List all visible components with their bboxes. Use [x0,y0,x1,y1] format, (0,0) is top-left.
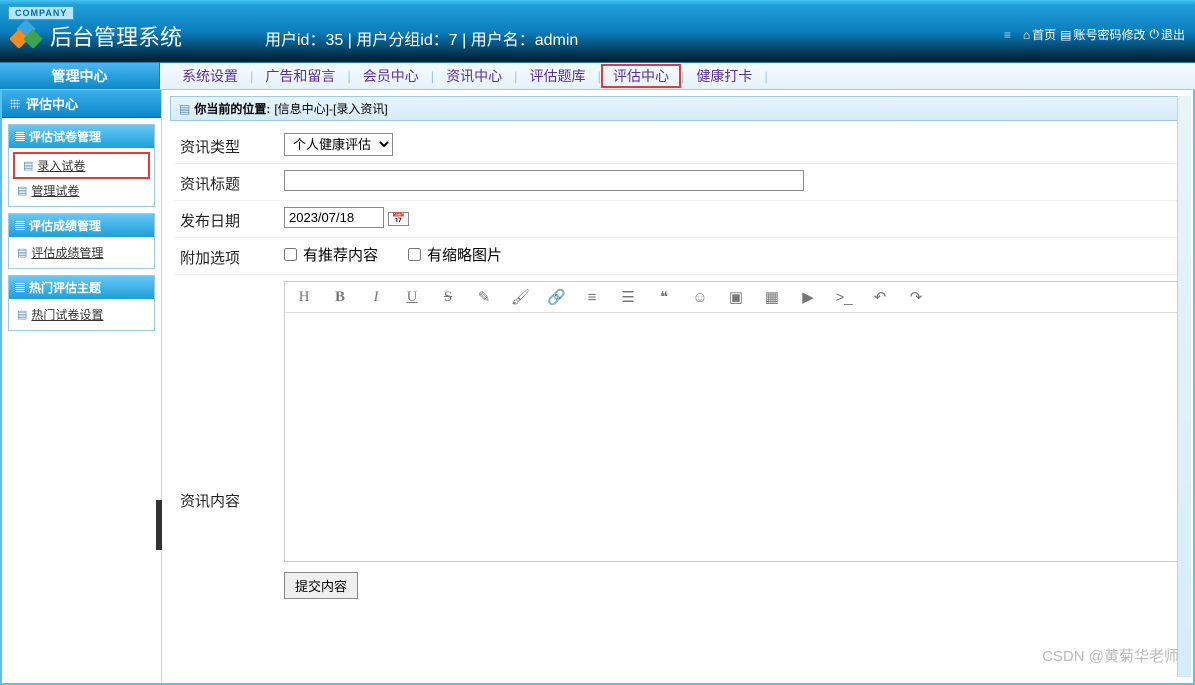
table-tool-icon[interactable]: ▦ [763,288,781,306]
doc-icon: ▤ [23,159,33,172]
password-link[interactable]: ▤账号密码修改 [1060,26,1145,43]
image-tool-icon[interactable]: ▣ [727,288,745,306]
breadcrumb-prefix: 你当前的位置: [194,100,270,117]
I-tool-icon[interactable]: I [367,289,385,306]
top-menu-item-3[interactable]: 资讯中心 [434,66,514,86]
header-bar: COMPANY 后台管理系统 用户id：35 | 用户分组id：7 | 用户名：… [0,0,1195,62]
content-label: 资讯内容 [174,370,284,511]
side-link-0-1[interactable]: ▤ 管理试卷 [9,179,154,202]
U-tool-icon[interactable]: U [403,289,421,306]
side-panel-0: 评估试卷管理 ▤ 录入试卷 ▤ 管理试卷 [8,124,155,207]
doc-icon: ▤ [179,102,190,116]
mgmt-center-tab[interactable]: 管理中心 [0,63,160,89]
type-select[interactable]: 个人健康评估 [284,133,393,156]
extra-label: 附加选项 [174,244,284,268]
title-input[interactable] [284,170,804,191]
user-info: 用户id：35 | 用户分组id：7 | 用户名：admin [265,26,578,50]
redo-tool-icon[interactable]: ↷ [907,288,925,306]
ul-tool-icon[interactable]: ☰ [619,288,637,306]
video-tool-icon[interactable]: ▶ [799,288,817,306]
power-icon: ⏻ [1149,27,1159,42]
logout-link[interactable]: ⏻退出 [1149,26,1185,43]
doc-icon: ▤ [17,184,27,197]
side-link-label: 热门试卷设置 [31,306,103,323]
link-tool-icon[interactable]: 🔗 [547,288,565,306]
logo-wrap: 后台管理系统 [12,20,182,52]
type-label: 资讯类型 [174,133,284,157]
undo-tool-icon[interactable]: ↶ [871,288,889,306]
thumbnail-checkbox-label[interactable]: 有缩略图片 [408,244,502,265]
doc-icon: ▤ [17,308,27,321]
sidebar: 评估中心 评估试卷管理▤录入试卷▤管理试卷评估成绩管理▤评估成绩管理热门评估主题… [2,90,162,683]
side-panel-header: 评估试卷管理 [9,125,154,148]
top-menu-item-6[interactable]: 健康打卡 [684,66,764,86]
top-actions: ≡ ⌂首页 ▤账号密码修改 ⏻退出 [1004,26,1185,43]
home-link[interactable]: ⌂首页 [1023,26,1056,43]
menu-strip-icon[interactable]: ≡ [1004,28,1011,42]
title-label: 资讯标题 [174,170,284,194]
side-panel-1: 评估成绩管理 ▤ 评估成绩管理 [8,213,155,269]
top-menu-item-4[interactable]: 评估题库 [518,66,598,86]
menu-separator: | [764,69,767,84]
logo-icon [12,22,40,50]
top-menu-item-2[interactable]: 会员中心 [351,66,431,86]
grid-icon [10,99,20,109]
date-input[interactable] [284,207,384,228]
app-title: 后台管理系统 [50,20,182,52]
code-tool-icon[interactable]: >_ [835,289,853,306]
side-panel-2: 热门评估主题 ▤ 热门试卷设置 [8,275,155,331]
top-menu-item-5[interactable]: 评估中心 [601,64,681,88]
emoji-tool-icon[interactable]: ☺ [691,289,709,306]
form-area: 资讯类型 个人健康评估 资讯标题 发布日期 📅 [162,127,1193,605]
top-menu-item-0[interactable]: 系统设置 [170,66,250,86]
company-tag: COMPANY [8,4,74,19]
sidebar-collapse-handle[interactable] [156,500,162,550]
top-menu-item-1[interactable]: 广告和留言 [253,66,347,86]
main-content: ▤ 你当前的位置: [信息中心]-[录入资讯] 资讯类型 个人健康评估 资讯标题 [162,90,1193,683]
recommend-checkbox[interactable] [284,248,297,261]
B-tool-icon[interactable]: B [331,289,349,306]
breadcrumb-path: [信息中心]-[录入资讯] [274,100,387,117]
thumbnail-checkbox[interactable] [408,248,421,261]
date-label: 发布日期 [174,207,284,231]
brush-tool-icon[interactable]: ✎ [475,288,493,306]
quote-tool-icon[interactable]: ❝ [655,288,673,306]
ol-tool-icon[interactable]: ≡ [583,289,601,306]
side-link-label: 管理试卷 [31,182,79,199]
side-link-2-0[interactable]: ▤ 热门试卷设置 [9,303,154,326]
content-textarea[interactable] [285,313,1180,558]
breadcrumb: ▤ 你当前的位置: [信息中心]-[录入资讯] [170,96,1185,121]
calendar-icon[interactable]: 📅 [388,212,410,226]
body-wrap: 评估中心 评估试卷管理▤录入试卷▤管理试卷评估成绩管理▤评估成绩管理热门评估主题… [0,90,1195,685]
side-panel-header: 评估成绩管理 [9,214,154,237]
scrollbar[interactable] [1177,96,1191,677]
side-link-label: 评估成绩管理 [31,244,103,261]
side-link-label: 录入试卷 [37,157,85,174]
doc-icon: ▤ [1060,28,1071,42]
top-menu: 系统设置|广告和留言|会员中心|资讯中心|评估题库|评估中心|健康打卡| [160,63,1195,89]
editor-toolbar: H B I U S ✎ 🖌 🔗 ≡ ☰ ❝ ☺ ▣ ▦ ▶ >_ ↶ ↷ [285,282,1180,313]
side-panel-header: 热门评估主题 [9,276,154,299]
paint-tool-icon[interactable]: 🖌 [511,288,529,306]
side-link-1-0[interactable]: ▤ 评估成绩管理 [9,241,154,264]
submit-button[interactable]: 提交内容 [284,572,358,599]
H-tool-icon[interactable]: H [295,289,313,306]
nav-row: 管理中心 系统设置|广告和留言|会员中心|资讯中心|评估题库|评估中心|健康打卡… [0,62,1195,90]
S-tool-icon[interactable]: S [439,289,457,306]
sidebar-title: 评估中心 [2,90,161,118]
recommend-checkbox-label[interactable]: 有推荐内容 [284,244,378,265]
rich-editor: H B I U S ✎ 🖌 🔗 ≡ ☰ ❝ ☺ ▣ ▦ ▶ >_ ↶ ↷ [284,281,1181,562]
home-icon: ⌂ [1023,28,1030,42]
doc-icon: ▤ [17,246,27,259]
side-link-0-0[interactable]: ▤ 录入试卷 [13,152,150,179]
